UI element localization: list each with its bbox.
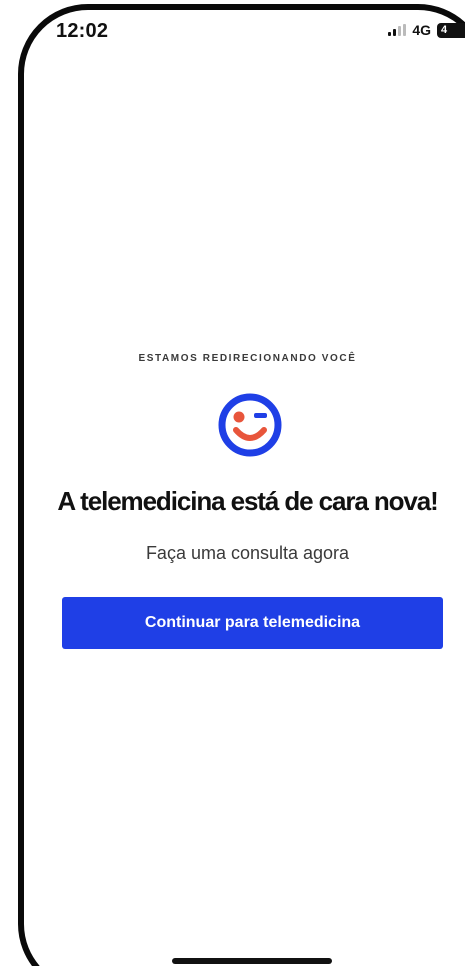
winking-smiley-icon [218,393,282,457]
continue-to-telemedicine-button[interactable]: Continuar para telemedicina [62,597,443,649]
home-indicator [172,958,332,964]
continue-button-label: Continuar para telemedicina [144,614,361,631]
headline: A telemedicina está de cara nova! [57,486,438,516]
redirect-screen: ESTAMOS REDIRECIONANDO VOCÊ A telemedici… [30,0,465,966]
screen: 12:02 4G 4 ESTAMOS REDIRECIONANDO VOCÊ A… [0,0,465,966]
eyebrow-text: ESTAMOS REDIRECIONANDO VOCÊ [138,353,357,364]
subtitle: Faça uma consulta agora [145,543,350,563]
